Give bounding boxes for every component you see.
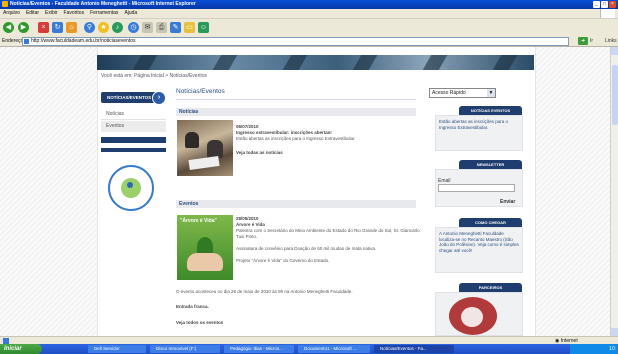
see-all-events-link[interactable]: Veja todos os eventos [176,320,361,326]
favorites-icon[interactable]: ★ [98,22,109,33]
ie-icon [2,1,8,7]
mail-icon[interactable]: ✉ [142,22,153,33]
history-icon[interactable]: ◷ [128,22,139,33]
windows-logo-icon [600,9,615,18]
nav-divider [101,148,166,152]
newsletter-header: NEWSLETTER [459,160,522,169]
messenger-icon[interactable]: ☺ [198,22,209,33]
scroll-down-icon[interactable] [611,328,618,336]
taskbar-item[interactable]: Dell Servidor [88,345,146,353]
system-tray: 10: [570,344,618,354]
title-divider [176,99,416,100]
section-noticias-header: Notícias [176,108,416,116]
menu-exibir[interactable]: Exibir [45,10,58,16]
address-label: Endereço [2,38,24,44]
menu-arquivo[interactable]: Arquivo [3,10,20,16]
back-icon[interactable]: ◀ [3,22,14,33]
address-bar: Endereço http://www.faculdadeam.edu.br/n… [0,36,618,47]
scroll-up-icon[interactable] [611,47,618,55]
menu-favoritos[interactable]: Favoritos [64,10,85,16]
taskbar-item-active[interactable]: Notícias/Eventos - Fa... [374,345,454,353]
event-line: Palestra com o Secretário do Meio Ambien… [236,228,420,239]
header-banner [97,55,534,70]
como-chegar-header: COMO CHEGAR [459,218,522,227]
window-titlebar: Notícias/Eventos - Faculdade Antonio Men… [0,0,618,9]
page-title: Notícias/Eventos [176,88,225,95]
go-label[interactable]: Ir [590,37,593,45]
nav-header-label: NOTÍCIAS/EVENTOS [107,95,152,100]
forward-icon[interactable]: ▶ [18,22,29,33]
nav-divider [101,137,166,143]
media-icon[interactable]: ♪ [112,22,123,33]
quick-access-select[interactable]: Acesso Rápido ▼ [429,88,496,98]
page-icon [24,39,29,44]
partner-logo[interactable] [449,297,497,335]
chevron-right-icon: › [152,91,166,105]
taskbar-item[interactable]: Documento1 - Microsoft ... [298,345,370,353]
nav-item-eventos[interactable]: Eventos [101,121,166,132]
address-input[interactable]: http://www.faculdadeam.edu.br/noticiasev… [22,37,569,46]
parceiros-header: PARCEIROS [459,283,522,292]
folder-icon[interactable]: ▭ [184,22,195,33]
nav-item-noticias[interactable]: Notícias [101,109,166,120]
taskbar-item[interactable]: Pedagógio 'dias - Micros... [224,345,294,353]
go-button[interactable]: ➜ [578,37,588,45]
edit-icon[interactable]: ✎ [170,22,181,33]
menu-ajuda[interactable]: Ajuda [124,10,137,16]
vertical-scrollbar[interactable] [610,47,618,336]
event-line: Projeto "Árvore é Vida" do Governo do Es… [236,258,330,263]
links-label[interactable]: Links [605,37,617,45]
section-eventos-header: Eventos [176,200,416,208]
menubar: Arquivo Editar Exibir Favoritos Ferramentas A… [0,9,618,19]
stop-icon[interactable]: × [38,22,49,33]
event-entry: Entrada franca. [176,304,209,309]
menu-ferramentas[interactable]: Ferramentas [90,10,118,16]
window-title: Notícias/Eventos - Faculdade Antonio Men… [10,1,196,7]
clock: 10: [609,346,616,352]
minimize-icon[interactable]: _ [593,1,600,8]
nav-header: NOTÍCIAS/EVENTOS › [101,91,166,105]
scroll-thumb[interactable] [612,65,618,125]
event-photo[interactable]: "Árvore é Vida" [177,215,233,280]
start-button[interactable]: Iniciar [0,344,42,354]
address-url: http://www.faculdadeam.edu.br/noticiasev… [31,38,136,44]
email-field[interactable] [438,184,515,192]
breadcrumb: Você está em: Página Inicial > Notícias/… [101,73,208,79]
maximize-icon[interactable]: □ [601,1,608,8]
noticias-eventos-box[interactable]: Estão abertas as inscrições para o Ingre… [435,115,523,151]
see-all-news-link[interactable]: Veja todas as notícias [236,150,421,156]
refresh-icon[interactable]: ↻ [52,22,63,33]
noticias-eventos-text[interactable]: Estão abertas as inscrições para o Ingre… [439,119,508,130]
toolbar: ◀ ▶ × ↻ ⌂ ⚲ ★ ♪ ◷ ✉ ⎙ ✎ ▭ ☺ [0,19,618,37]
submit-button[interactable]: Enviar [500,199,515,205]
search-icon[interactable]: ⚲ [84,22,95,33]
como-chegar-box[interactable]: A Antonio Meneghetti Faculdade localiza-… [435,227,523,273]
print-icon[interactable]: ⎙ [156,22,167,33]
taskbar-item[interactable]: Disco removível (F:) [150,345,220,353]
window-controls: _ □ × [592,1,616,8]
event-line: O evento aconteceu no dia 28 de maio de … [176,289,353,294]
quick-access-label: Acesso Rápido [432,90,466,96]
event-image-text: "Árvore é Vida" [180,218,217,224]
home-icon[interactable]: ⌂ [66,22,77,33]
como-chegar-text[interactable]: A Antonio Meneghetti Faculdade localiza-… [439,231,519,253]
news-photo[interactable] [177,120,233,176]
institution-seal-logo [108,165,154,211]
close-icon[interactable]: × [609,1,616,8]
noticias-eventos-header: NOTÍCIAS EVENTOS [459,106,522,115]
chevron-down-icon[interactable]: ▼ [487,89,495,97]
menu-editar[interactable]: Editar [26,10,39,16]
